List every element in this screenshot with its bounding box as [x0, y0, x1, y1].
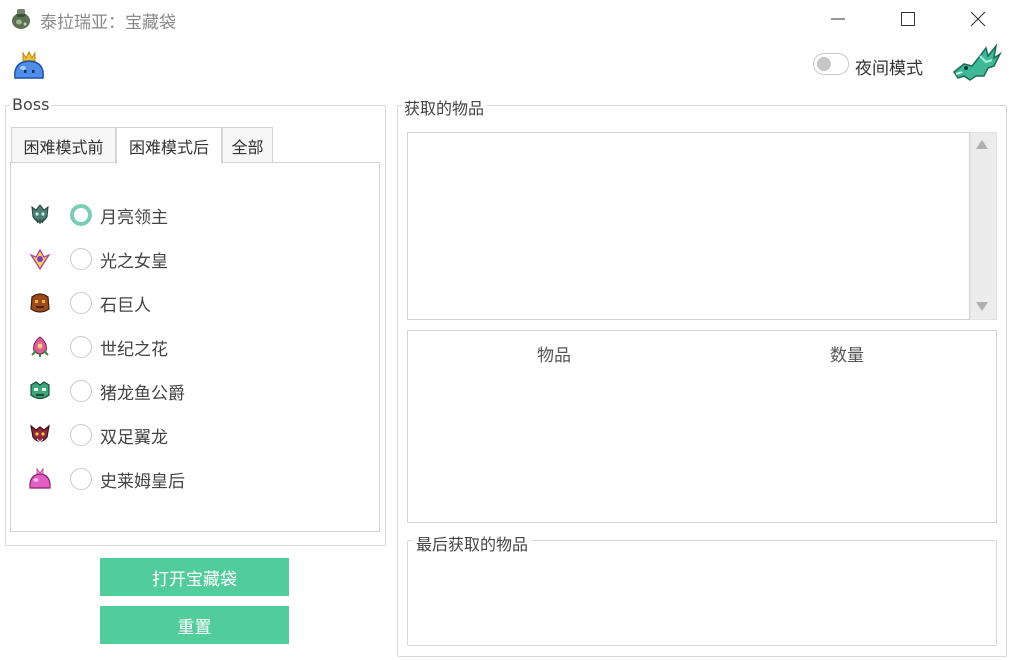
close-icon [970, 11, 986, 27]
tab-pre-hardmode[interactable]: 困难模式前 [11, 127, 116, 163]
radio-duke-fishron[interactable] [70, 380, 92, 402]
tab-hardmode[interactable]: 困难模式后 [116, 127, 222, 164]
last-obtained-title: 最后获取的物品 [413, 531, 532, 555]
boss-option-betsy[interactable]: 双足翼龙 [28, 420, 358, 450]
scroll-up-arrow-icon[interactable] [976, 140, 988, 149]
plantera-icon [31, 336, 49, 357]
empress-of-light-icon [29, 248, 51, 271]
dragon-icon [952, 43, 1002, 81]
boss-option-moon-lord[interactable]: 月亮领主 [28, 200, 358, 230]
boss-label: 光之女皇 [100, 252, 168, 272]
boss-label: 月亮领主 [100, 208, 168, 228]
radio-queen-slime[interactable] [70, 468, 92, 490]
column-header-quantity[interactable]: 数量 [830, 341, 864, 366]
boss-option-golem[interactable]: 石巨人 [28, 288, 358, 318]
radio-empress-of-light[interactable] [70, 248, 92, 270]
boss-option-empress-of-light[interactable]: 光之女皇 [28, 244, 358, 274]
tab-all[interactable]: 全部 [222, 127, 273, 163]
maximize-icon [901, 12, 915, 26]
window-title: 泰拉瑞亚：宝藏袋 [40, 13, 176, 33]
duke-fishron-icon [30, 381, 50, 400]
boss-option-queen-slime[interactable]: 史莱姆皇后 [28, 464, 358, 494]
items-group-title: 获取的物品 [401, 95, 488, 119]
minimize-button[interactable] [815, 0, 861, 38]
boss-label: 石巨人 [100, 296, 151, 316]
boss-group-title: Boss [9, 95, 53, 114]
items-scrollbar[interactable] [970, 132, 997, 320]
boss-option-plantera[interactable]: 世纪之花 [28, 332, 358, 362]
items-text-area[interactable] [407, 132, 970, 320]
scroll-down-arrow-icon[interactable] [976, 302, 988, 311]
moon-lord-icon [31, 204, 49, 224]
treasure-bag-icon [12, 9, 30, 29]
queen-slime-icon [29, 467, 51, 489]
betsy-icon [30, 424, 50, 443]
radio-betsy[interactable] [70, 424, 92, 446]
open-treasure-bag-button[interactable]: 打开宝藏袋 [100, 558, 289, 596]
boss-label: 史莱姆皇后 [100, 472, 185, 492]
boss-option-duke-fishron[interactable]: 猪龙鱼公爵 [28, 376, 358, 406]
close-button[interactable] [955, 0, 1001, 38]
radio-moon-lord[interactable] [70, 204, 92, 226]
reset-button[interactable]: 重置 [100, 606, 289, 644]
radio-plantera[interactable] [70, 336, 92, 358]
boss-label: 双足翼龙 [100, 428, 168, 448]
maximize-button[interactable] [885, 0, 931, 38]
boss-label: 世纪之花 [100, 340, 168, 360]
night-mode-toggle[interactable] [813, 53, 849, 75]
golem-icon [30, 293, 50, 313]
radio-golem[interactable] [70, 292, 92, 314]
boss-label: 猪龙鱼公爵 [100, 384, 185, 404]
toggle-knob [817, 57, 831, 71]
column-header-item[interactable]: 物品 [537, 341, 571, 366]
last-obtained-group [407, 540, 997, 646]
king-slime-icon [14, 50, 44, 79]
minimize-icon [831, 18, 845, 20]
night-mode-label: 夜间模式 [855, 59, 923, 79]
items-table[interactable] [407, 330, 997, 523]
